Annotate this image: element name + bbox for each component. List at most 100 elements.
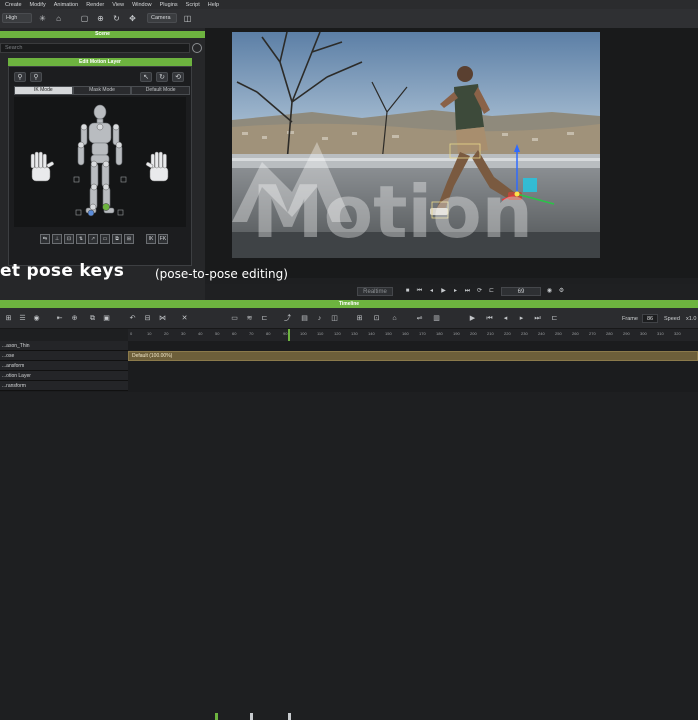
body-picker-svg — [30, 104, 169, 217]
mirror-icon[interactable]: ⇆ — [40, 234, 50, 244]
loop-icon[interactable]: ⟳ — [475, 287, 484, 296]
tl-undo-icon[interactable]: ↶ — [128, 314, 137, 323]
watermark-text: Motion — [252, 170, 533, 254]
scene-search-input[interactable]: Search — [0, 43, 190, 53]
stop-icon[interactable]: ■ — [403, 287, 412, 296]
tl-curve-icon[interactable]: ⤴ — [283, 314, 292, 323]
play-icon[interactable]: ▶ — [439, 287, 448, 296]
rotate-icon[interactable]: ↻ — [112, 14, 121, 23]
track-row-pose[interactable]: ...ose — [0, 351, 128, 361]
tl-merge-icon[interactable]: ⊡ — [372, 314, 381, 323]
track-row-motion-layer[interactable]: ...otion Layer — [0, 371, 128, 381]
tl-play-icon[interactable]: ▶ — [468, 314, 477, 323]
tl-delete-icon[interactable]: ✕ — [180, 314, 189, 323]
reference-video[interactable]: Motion — [232, 32, 600, 258]
ruler-tick-label: 110 — [317, 331, 324, 336]
tl-prev-icon[interactable]: ◂ — [501, 314, 510, 323]
prev-frame-icon[interactable]: ◂ — [427, 287, 436, 296]
frame-value[interactable]: 86 — [642, 314, 658, 323]
menu-create[interactable]: Create — [5, 2, 22, 8]
tl-range-icon[interactable]: ⊏ — [550, 314, 559, 323]
rotate-tool-icon[interactable]: ↻ — [156, 72, 168, 82]
frame-input[interactable]: 69 — [501, 287, 541, 296]
timeline-ruler[interactable]: 0 10 20 30 40 50 60 70 80 90 100 110 120 130 140 150 160… — [128, 329, 698, 341]
tl-first-icon[interactable]: ⏮ — [485, 314, 494, 323]
timeline-title: Timeline — [338, 301, 360, 307]
flip-icon[interactable]: ⇅ — [76, 234, 86, 244]
camera-dropdown[interactable]: Camera — [147, 13, 177, 23]
tl-sound-icon[interactable]: ♪ — [315, 314, 324, 323]
track-row-transform-2[interactable]: ...ransform — [0, 381, 128, 391]
menu-plugins[interactable]: Plugins — [160, 2, 178, 8]
tl-clip-icon[interactable]: ⊏ — [260, 314, 269, 323]
pose-copy-icon[interactable]: ⚲ — [30, 72, 42, 82]
quality-dropdown[interactable]: High — [2, 13, 32, 23]
reach-icon[interactable]: ↗ — [88, 234, 98, 244]
camera-settings-icon[interactable]: ◫ — [183, 14, 192, 23]
playhead[interactable] — [288, 329, 290, 341]
tl-eye-icon[interactable]: ◉ — [32, 314, 41, 323]
track-row-transform[interactable]: ...ansform — [0, 361, 128, 371]
tl-layer-icon[interactable]: ▭ — [230, 314, 239, 323]
tl-motion-icon[interactable]: ≋ — [245, 314, 254, 323]
tl-sync-icon[interactable]: ⇌ — [415, 314, 424, 323]
tab-ik-mode[interactable]: IK Mode — [14, 86, 73, 95]
key-frame[interactable] — [250, 713, 253, 720]
tl-split-icon[interactable]: ⊞ — [355, 314, 364, 323]
settings-icon[interactable]: ⚙ — [557, 287, 566, 296]
search-options-icon[interactable] — [192, 43, 202, 53]
track-row-avatar[interactable]: ...ason_Thin — [0, 341, 128, 351]
tl-break-icon[interactable]: ⊟ — [143, 314, 152, 323]
tl-filter-icon[interactable]: ⊞ — [4, 314, 13, 323]
menu-render[interactable]: Render — [86, 2, 104, 8]
ruler-tick-label: 170 — [419, 331, 426, 336]
menu-modify[interactable]: Modify — [30, 2, 46, 8]
tl-blend-icon[interactable]: ⋈ — [158, 314, 167, 323]
zoom-icon[interactable]: ⊕ — [96, 14, 105, 23]
speed-value[interactable]: x1.0 — [686, 316, 696, 322]
pan-icon[interactable]: ✥ — [128, 14, 137, 23]
menu-view[interactable]: View — [112, 2, 124, 8]
copy-pose-icon[interactable]: ⧉ — [112, 234, 122, 244]
pose-icon[interactable]: ⚲ — [14, 72, 26, 82]
move-icon[interactable]: ↖ — [140, 72, 152, 82]
ik-button[interactable]: IK — [146, 234, 156, 244]
menu-help[interactable]: Help — [208, 2, 219, 8]
light-icon[interactable]: ✳ — [38, 14, 47, 23]
pin-icon[interactable]: ⊥ — [52, 234, 62, 244]
tab-default-mode[interactable]: Default Mode — [131, 86, 191, 95]
key-frame[interactable] — [288, 713, 291, 720]
menu-script[interactable]: Script — [186, 2, 200, 8]
ruler-tick-label: 70 — [249, 331, 254, 336]
frame-icon[interactable]: ▢ — [80, 14, 89, 23]
tl-next-icon[interactable]: ▸ — [517, 314, 526, 323]
unlock-icon[interactable]: ▭ — [100, 234, 110, 244]
last-frame-icon[interactable]: ⏭ — [463, 287, 472, 296]
paste-pose-icon[interactable]: ⊞ — [124, 234, 134, 244]
tl-marker-icon[interactable]: ⌂ — [390, 314, 399, 323]
pin-marker-left — [73, 176, 80, 183]
lock-icon[interactable]: ⊡ — [64, 234, 74, 244]
tl-camera-icon[interactable]: ◫ — [330, 314, 339, 323]
playback-mode-dropdown[interactable]: Realtime — [357, 287, 393, 296]
range-icon[interactable]: ⊏ — [487, 287, 496, 296]
key-frame[interactable] — [215, 713, 218, 720]
tl-paste-icon[interactable]: ▣ — [102, 314, 111, 323]
home-icon[interactable]: ⌂ — [54, 14, 63, 23]
tl-copy-icon[interactable]: ⧉ — [88, 314, 97, 323]
tab-mask-mode[interactable]: Mask Mode — [72, 86, 132, 95]
fk-button[interactable]: FK — [158, 234, 168, 244]
first-frame-icon[interactable]: ⏮ — [415, 287, 424, 296]
reset-icon[interactable]: ⟲ — [172, 72, 184, 82]
menu-animation[interactable]: Animation — [54, 2, 78, 8]
tl-last-icon[interactable]: ⏭ — [533, 314, 542, 323]
tl-collapse-icon[interactable]: ☰ — [18, 314, 27, 323]
tl-align-icon[interactable]: ▥ — [432, 314, 441, 323]
record-icon[interactable]: ◉ — [545, 287, 554, 296]
pose-clip[interactable]: Default (100.00%) — [128, 351, 698, 361]
menu-window[interactable]: Window — [132, 2, 152, 8]
tl-key-icon[interactable]: ⇤ — [55, 314, 64, 323]
tl-add-key-icon[interactable]: ⊕ — [70, 314, 79, 323]
next-frame-icon[interactable]: ▸ — [451, 287, 460, 296]
tl-graph-icon[interactable]: ▤ — [300, 314, 309, 323]
